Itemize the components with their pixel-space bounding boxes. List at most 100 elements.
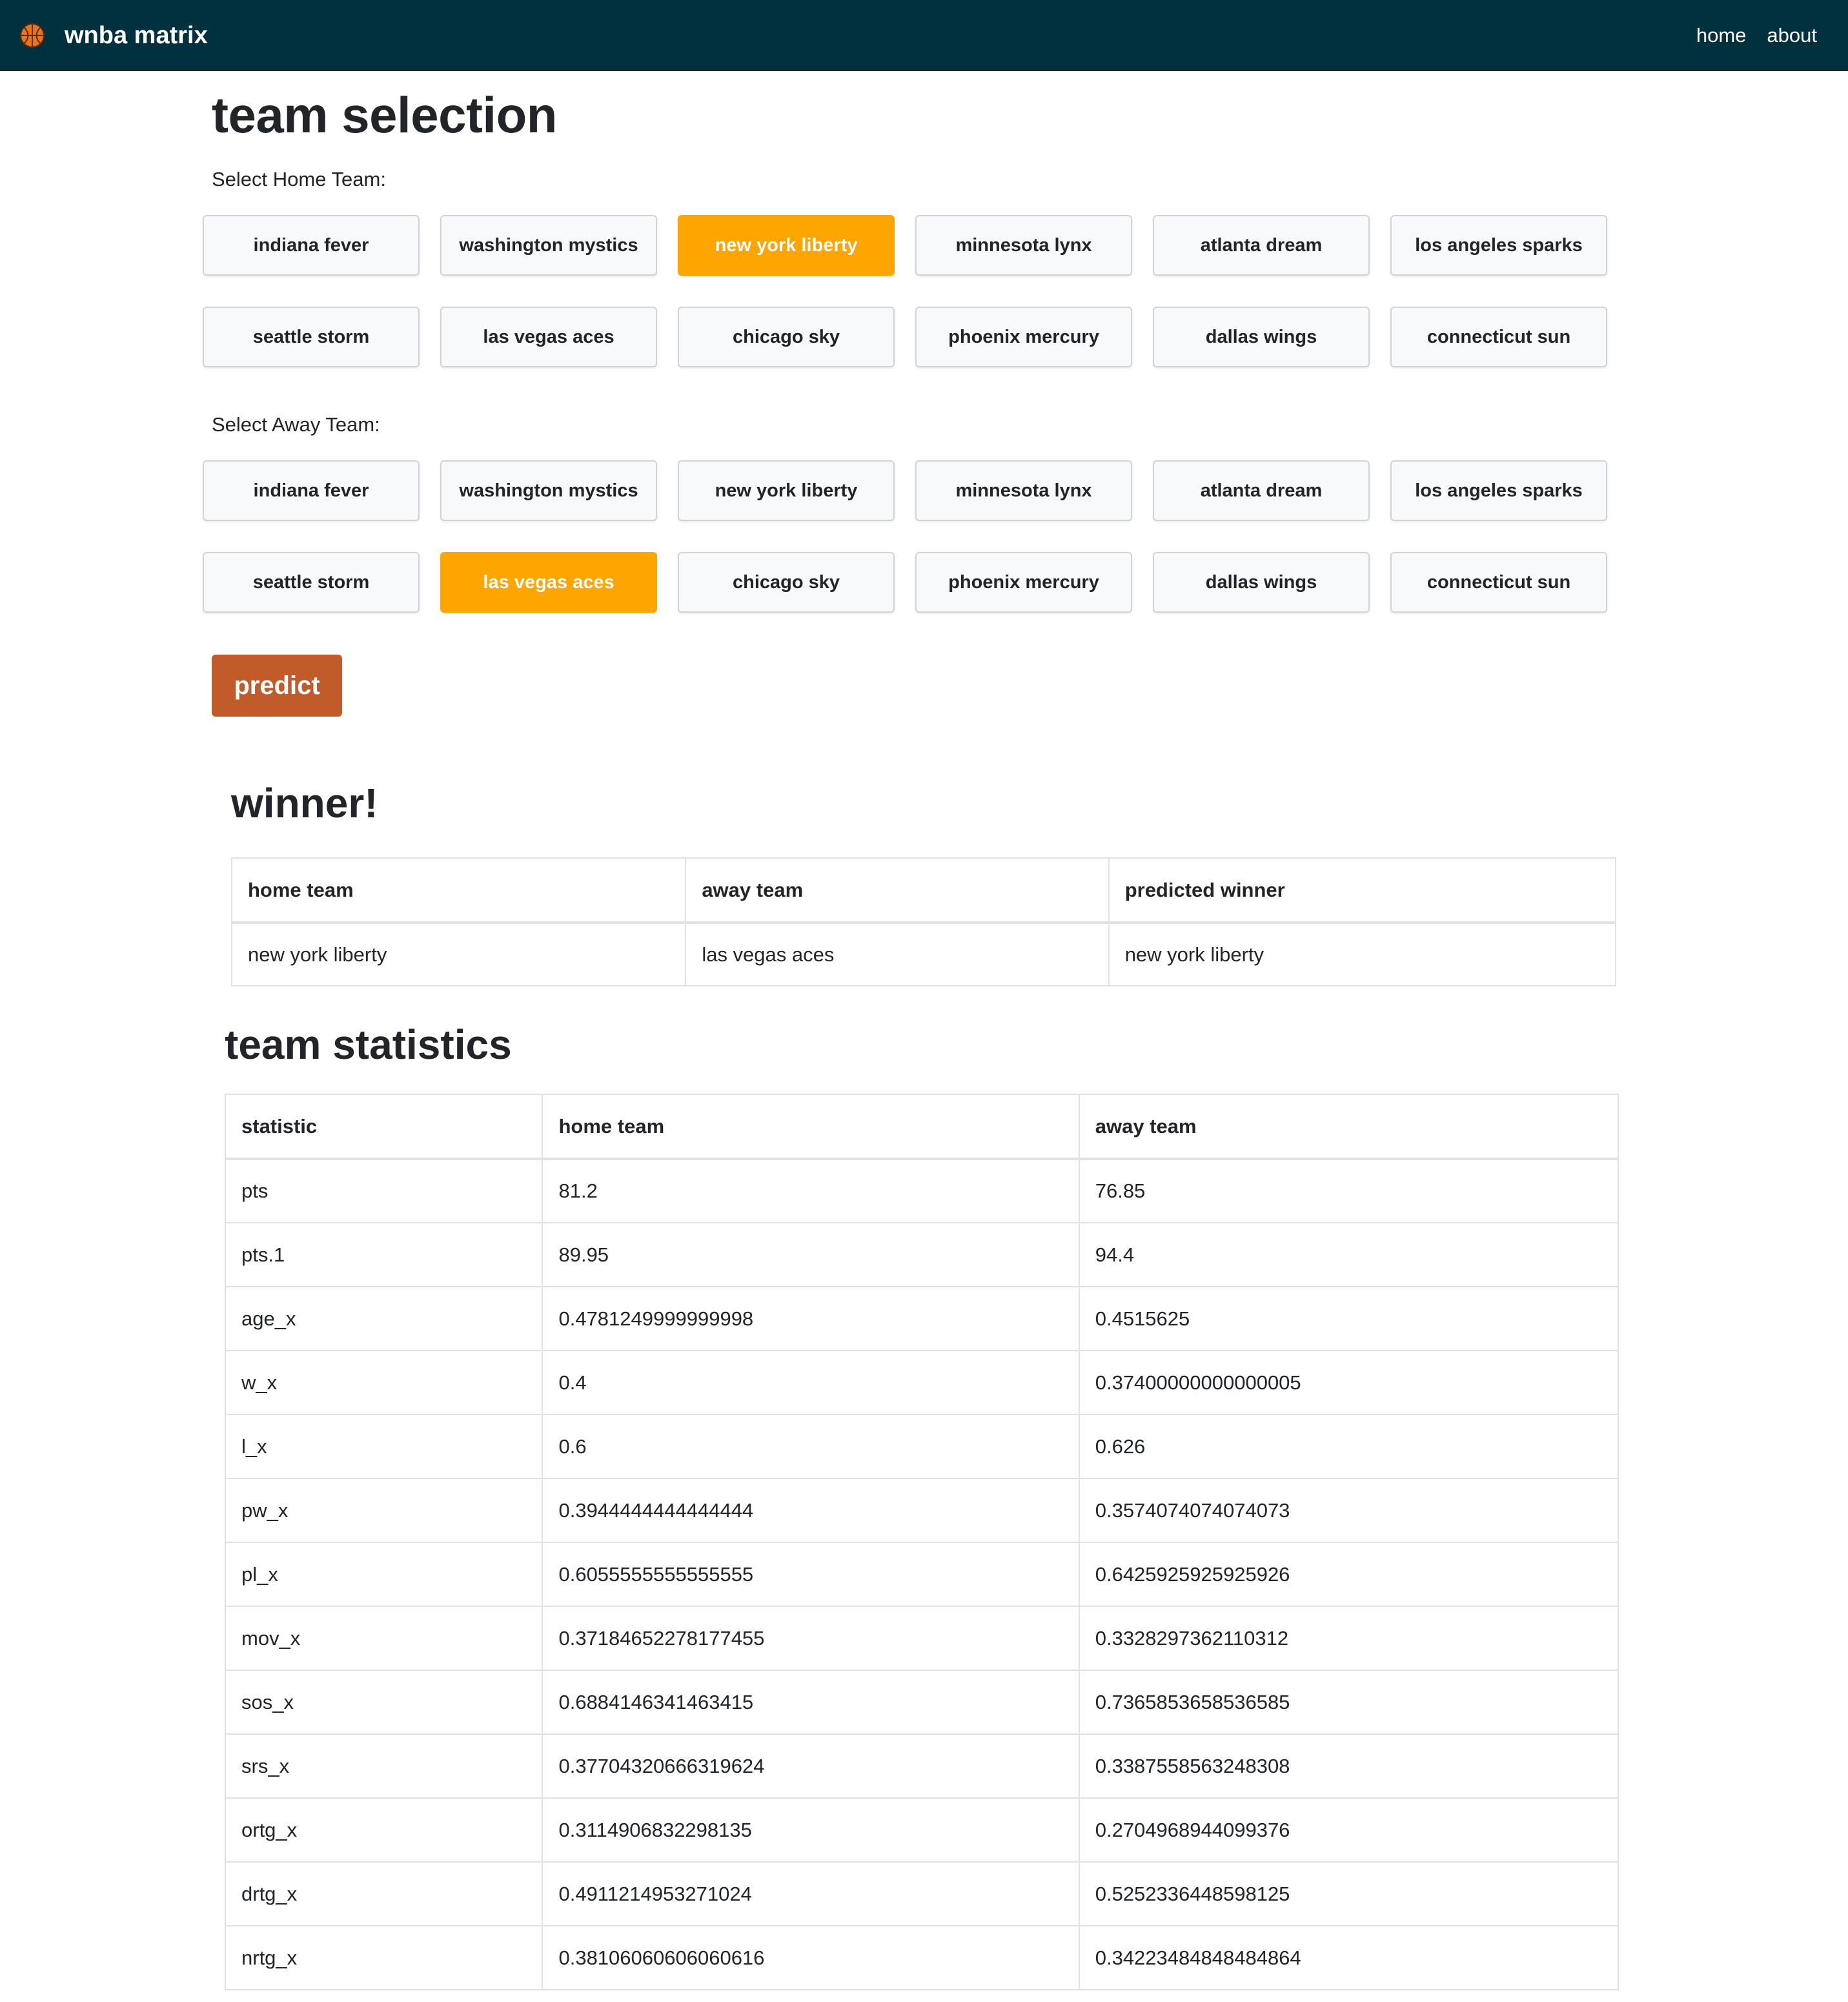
stat-name-cell: pl_x xyxy=(224,1542,543,1607)
stat-name-cell: sos_x xyxy=(224,1670,543,1735)
stats-header-row: statistic home team away team xyxy=(224,1094,1620,1160)
stat-name-cell: pts.1 xyxy=(224,1222,543,1287)
stats-col-statistic: statistic xyxy=(224,1094,543,1160)
winner-table: home team away team predicted winner new… xyxy=(230,857,1617,986)
stat-name-cell: srs_x xyxy=(224,1733,543,1799)
nav-link-home[interactable]: home xyxy=(1696,24,1747,47)
table-row: pts 81.2 76.85 xyxy=(224,1158,1620,1223)
home-team-button-las-vegas-aces[interactable]: las vegas aces xyxy=(440,307,657,367)
stat-home-cell: 81.2 xyxy=(542,1158,1080,1223)
table-row: w_x 0.4 0.37400000000000005 xyxy=(224,1350,1620,1415)
winner-header-row: home team away team predicted winner xyxy=(230,857,1617,924)
home-team-button-indiana-fever[interactable]: indiana fever xyxy=(203,215,420,276)
table-row: pl_x 0.6055555555555555 0.6425925925925926 xyxy=(224,1542,1620,1607)
table-row: drtg_x 0.4911214953271024 0.52523364485981… xyxy=(224,1861,1620,1926)
stat-name-cell: w_x xyxy=(224,1350,543,1415)
home-team-grid: indiana fever washington mystics new york … xyxy=(203,215,1629,367)
stat-name-cell: l_x xyxy=(224,1414,543,1479)
stat-home-cell: 0.3944444444444444 xyxy=(542,1478,1080,1543)
stats-col-home: home team xyxy=(542,1094,1080,1160)
stat-home-cell: 0.37704320666319624 xyxy=(542,1733,1080,1799)
stat-away-cell: 0.626 xyxy=(1078,1414,1620,1479)
brand-link[interactable]: wnba matrix xyxy=(19,0,208,71)
stat-away-cell: 0.37400000000000005 xyxy=(1078,1350,1620,1415)
stat-home-cell: 0.3114906832298135 xyxy=(542,1797,1080,1863)
away-team-button-minnesota-lynx[interactable]: minnesota lynx xyxy=(915,460,1132,521)
stat-away-cell: 0.5252336448598125 xyxy=(1078,1861,1620,1926)
away-team-label: Select Away Team: xyxy=(212,413,380,436)
away-team-button-dallas-wings[interactable]: dallas wings xyxy=(1153,552,1370,613)
away-team-button-new-york-liberty[interactable]: new york liberty xyxy=(678,460,895,521)
away-team-button-los-angeles-sparks[interactable]: los angeles sparks xyxy=(1390,460,1607,521)
stat-home-cell: 89.95 xyxy=(542,1222,1080,1287)
home-team-button-chicago-sky[interactable]: chicago sky xyxy=(678,307,895,367)
winner-away-cell: las vegas aces xyxy=(685,922,1110,986)
basketball-icon xyxy=(20,23,45,48)
stat-home-cell: 0.37184652278177455 xyxy=(542,1606,1080,1671)
home-team-label: Select Home Team: xyxy=(212,168,386,190)
table-row: age_x 0.4781249999999998 0.4515625 xyxy=(224,1286,1620,1351)
away-team-button-las-vegas-aces[interactable]: las vegas aces xyxy=(440,552,657,613)
stats-col-away: away team xyxy=(1078,1094,1620,1160)
stat-home-cell: 0.4911214953271024 xyxy=(542,1861,1080,1926)
stat-name-cell: ortg_x xyxy=(224,1797,543,1863)
home-team-button-seattle-storm[interactable]: seattle storm xyxy=(203,307,420,367)
table-row: ortg_x 0.3114906832298135 0.27049689440993… xyxy=(224,1797,1620,1863)
winner-predicted-cell: new york liberty xyxy=(1108,922,1617,986)
stats-table: statistic home team away team pts 81.2 76.… xyxy=(224,1094,1620,1990)
winner-heading: winner! xyxy=(231,780,378,826)
brand-name: wnba matrix xyxy=(65,21,208,49)
stat-name-cell: nrtg_x xyxy=(224,1925,543,1990)
home-team-button-los-angeles-sparks[interactable]: los angeles sparks xyxy=(1390,215,1607,276)
table-row: new york liberty las vegas aces new york… xyxy=(230,922,1617,986)
stat-name-cell: age_x xyxy=(224,1286,543,1351)
stat-home-cell: 0.38106060606060616 xyxy=(542,1925,1080,1990)
stat-home-cell: 0.4781249999999998 xyxy=(542,1286,1080,1351)
winner-home-cell: new york liberty xyxy=(230,922,687,986)
away-team-button-connecticut-sun[interactable]: connecticut sun xyxy=(1390,552,1607,613)
stats-heading: team statistics xyxy=(225,1021,512,1068)
stat-name-cell: pw_x xyxy=(224,1478,543,1543)
stat-home-cell: 0.6 xyxy=(542,1414,1080,1479)
away-team-button-seattle-storm[interactable]: seattle storm xyxy=(203,552,420,613)
home-team-button-atlanta-dream[interactable]: atlanta dream xyxy=(1153,215,1370,276)
top-navbar: wnba matrix home about xyxy=(0,0,1848,71)
home-team-button-washington-mystics[interactable]: washington mystics xyxy=(440,215,657,276)
home-team-button-phoenix-mercury[interactable]: phoenix mercury xyxy=(915,307,1132,367)
table-row: pts.1 89.95 94.4 xyxy=(224,1222,1620,1287)
away-team-grid: indiana fever washington mystics new york … xyxy=(203,460,1629,613)
nav-link-about[interactable]: about xyxy=(1767,24,1817,47)
table-row: l_x 0.6 0.626 xyxy=(224,1414,1620,1479)
stat-name-cell: drtg_x xyxy=(224,1861,543,1926)
table-row: srs_x 0.37704320666319624 0.33875585632483… xyxy=(224,1733,1620,1799)
nav-links: home about xyxy=(1676,0,1817,71)
away-team-button-washington-mystics[interactable]: washington mystics xyxy=(440,460,657,521)
winner-col-home: home team xyxy=(230,857,687,924)
stat-away-cell: 0.3574074074074073 xyxy=(1078,1478,1620,1543)
stat-away-cell: 0.6425925925925926 xyxy=(1078,1542,1620,1607)
winner-col-away: away team xyxy=(685,857,1110,924)
table-row: mov_x 0.37184652278177455 0.33282973621103… xyxy=(224,1606,1620,1671)
table-row: nrtg_x 0.38106060606060616 0.3422348484848… xyxy=(224,1925,1620,1990)
stat-away-cell: 0.2704968944099376 xyxy=(1078,1797,1620,1863)
home-team-button-dallas-wings[interactable]: dallas wings xyxy=(1153,307,1370,367)
home-team-button-connecticut-sun[interactable]: connecticut sun xyxy=(1390,307,1607,367)
stat-home-cell: 0.6884146341463415 xyxy=(542,1670,1080,1735)
stat-away-cell: 76.85 xyxy=(1078,1158,1620,1223)
stat-away-cell: 0.3328297362110312 xyxy=(1078,1606,1620,1671)
stat-away-cell: 0.7365853658536585 xyxy=(1078,1670,1620,1735)
away-team-button-atlanta-dream[interactable]: atlanta dream xyxy=(1153,460,1370,521)
stat-name-cell: mov_x xyxy=(224,1606,543,1671)
away-team-button-chicago-sky[interactable]: chicago sky xyxy=(678,552,895,613)
away-team-button-indiana-fever[interactable]: indiana fever xyxy=(203,460,420,521)
table-row: pw_x 0.3944444444444444 0.3574074074074073 xyxy=(224,1478,1620,1543)
home-team-button-minnesota-lynx[interactable]: minnesota lynx xyxy=(915,215,1132,276)
away-team-button-phoenix-mercury[interactable]: phoenix mercury xyxy=(915,552,1132,613)
stat-away-cell: 0.3387558563248308 xyxy=(1078,1733,1620,1799)
predict-button[interactable]: predict xyxy=(212,655,342,717)
stat-home-cell: 0.6055555555555555 xyxy=(542,1542,1080,1607)
winner-col-predicted: predicted winner xyxy=(1108,857,1617,924)
stat-home-cell: 0.4 xyxy=(542,1350,1080,1415)
stat-away-cell: 0.34223484848484864 xyxy=(1078,1925,1620,1990)
home-team-button-new-york-liberty[interactable]: new york liberty xyxy=(678,215,895,276)
